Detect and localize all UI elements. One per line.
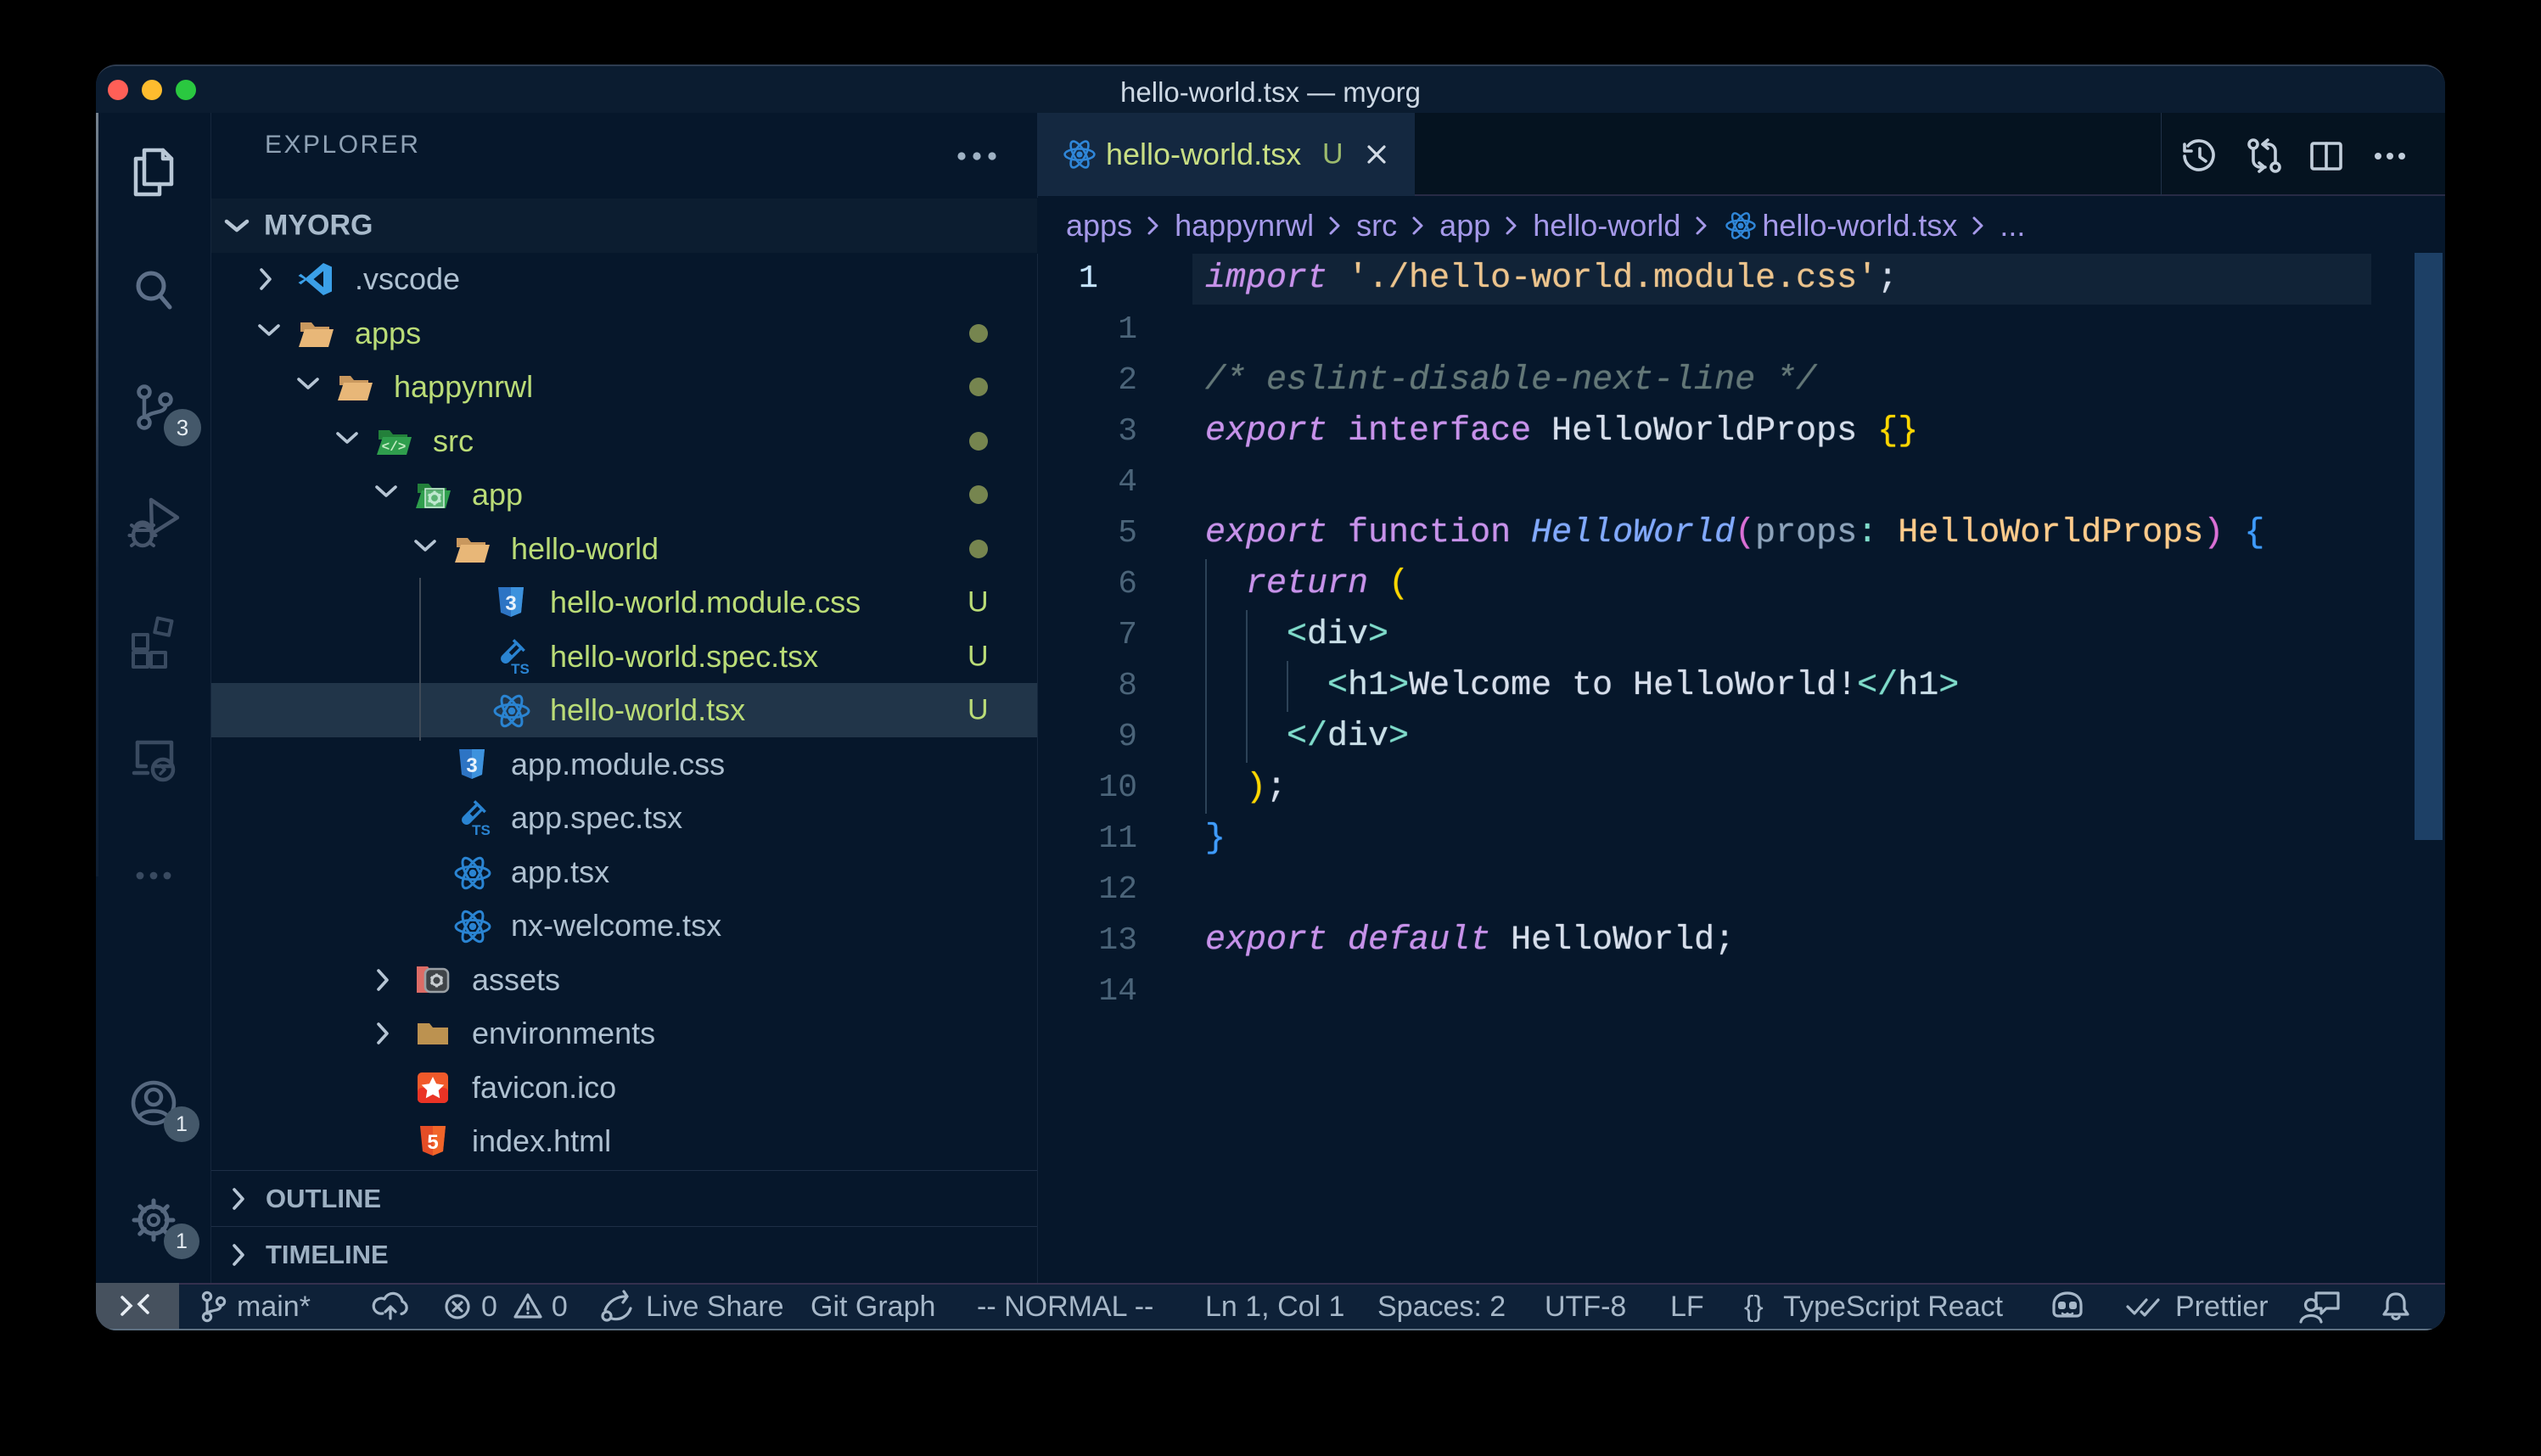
svg-text:TS: TS (511, 661, 530, 677)
svg-text:TS: TS (472, 822, 491, 838)
svg-text:3: 3 (466, 754, 477, 777)
svg-text:3: 3 (505, 592, 516, 615)
svg-text:</>: </> (382, 440, 407, 455)
svg-text:5: 5 (427, 1131, 438, 1154)
